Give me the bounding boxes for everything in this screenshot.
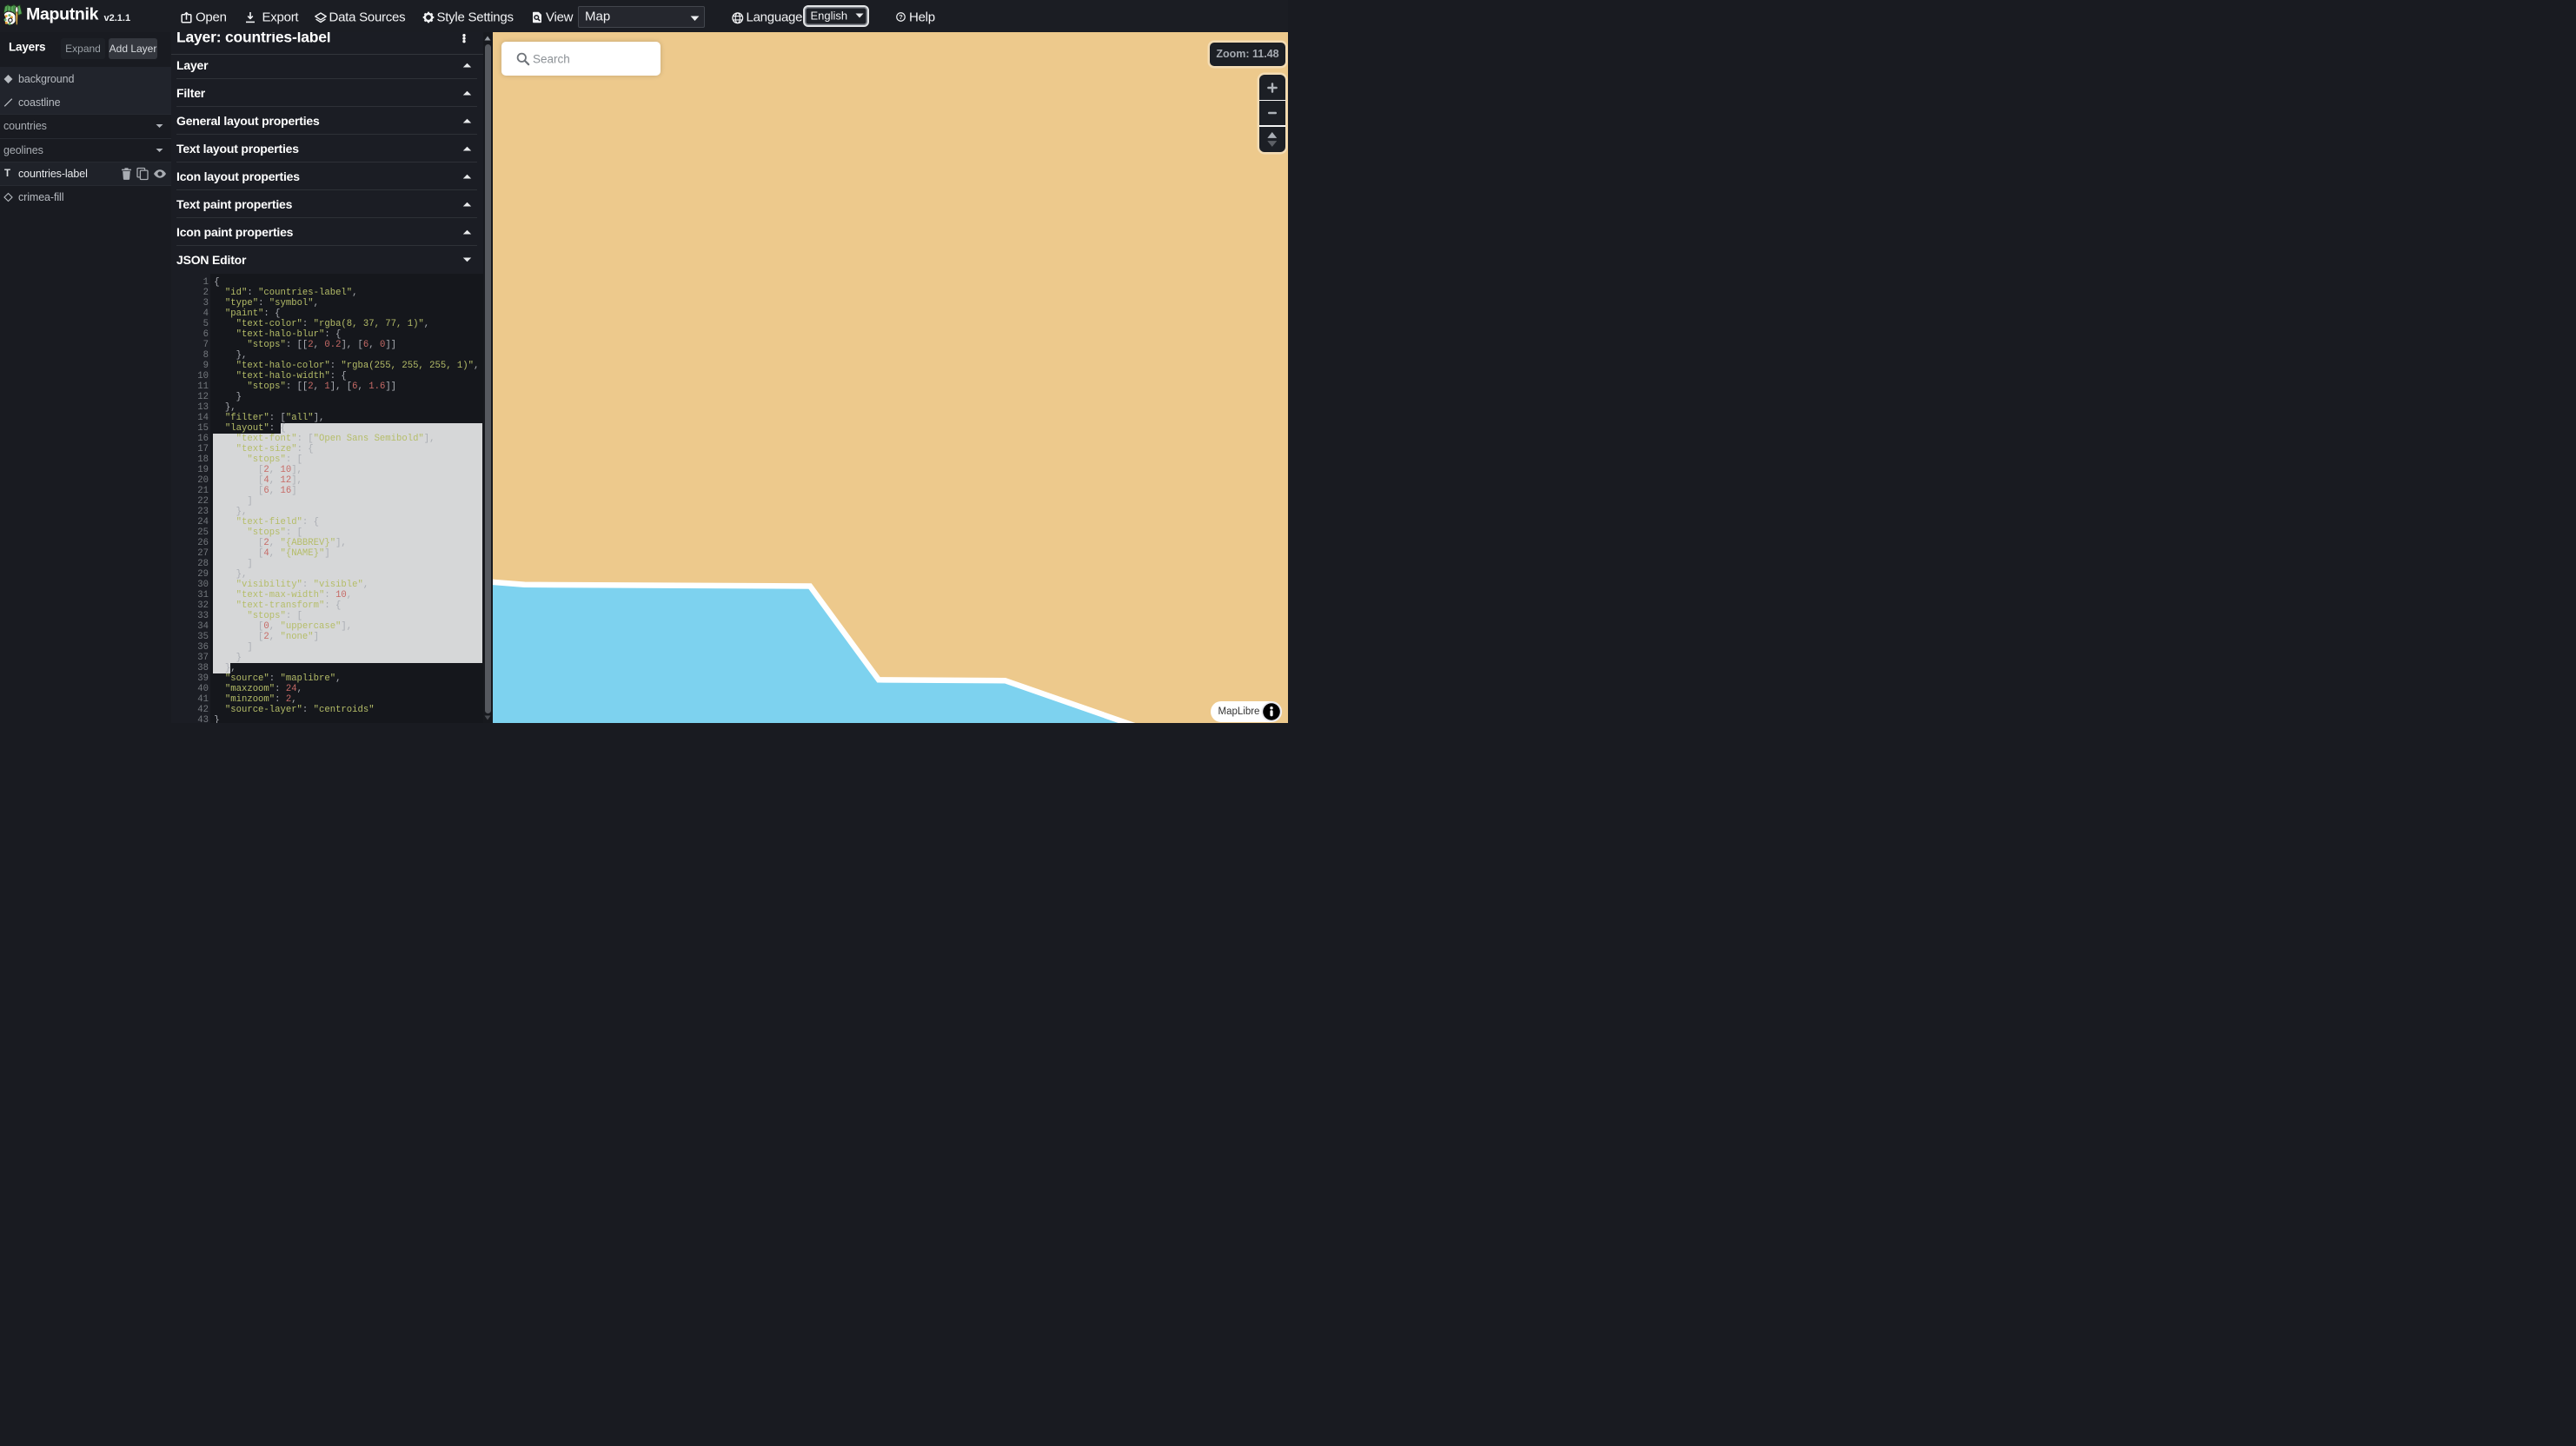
svg-text:?: ? [899, 13, 903, 21]
